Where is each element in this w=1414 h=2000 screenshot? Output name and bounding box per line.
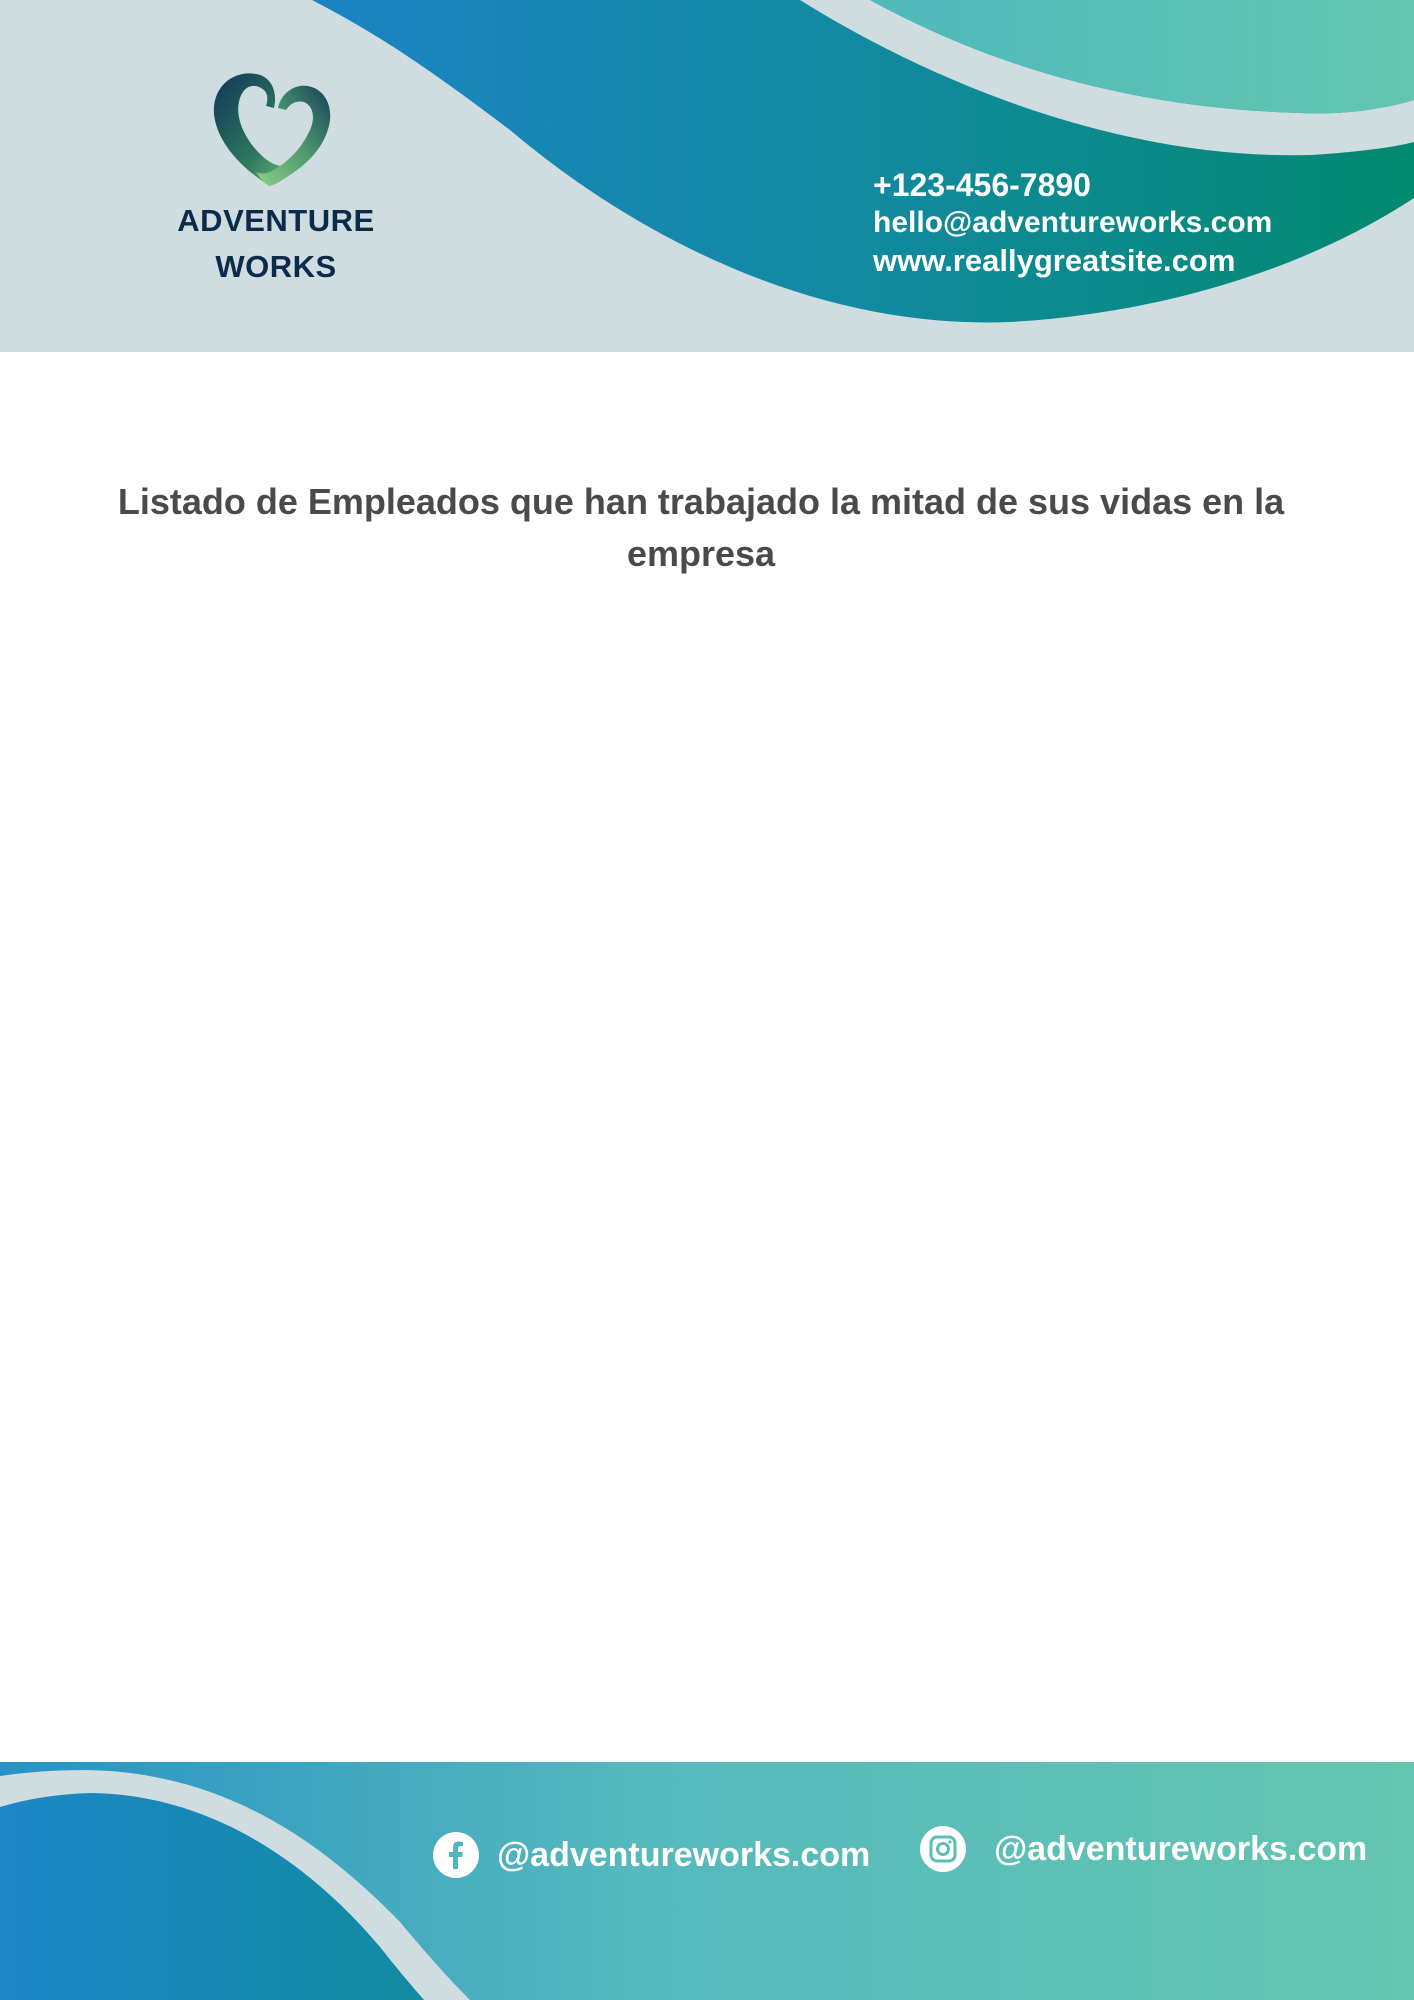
- instagram-handle: @adventureworks.com: [994, 1829, 1368, 1868]
- company-name-line-2: WORKS: [215, 249, 337, 284]
- contact-email: hello@adventureworks.com: [873, 206, 1273, 239]
- heart-logo-icon: [208, 68, 338, 192]
- letterhead-footer: [0, 1762, 1414, 2000]
- facebook-link[interactable]: @adventureworks.com: [433, 1832, 870, 1878]
- instagram-icon: [920, 1826, 966, 1872]
- facebook-icon: [433, 1832, 479, 1878]
- footer-wave-graphic: [0, 1762, 1414, 2000]
- contact-website: www.reallygreatsite.com: [873, 243, 1236, 278]
- instagram-link[interactable]: @adventureworks.com: [920, 1826, 1367, 1872]
- contact-block: +123-456-7890 hello@adventureworks.com w…: [873, 165, 1272, 281]
- document-title: Listado de Empleados que han trabajado l…: [117, 481, 1285, 574]
- company-name-line-1: ADVENTURE: [177, 203, 375, 238]
- company-name: ADVENTURE WORKS: [150, 198, 402, 290]
- letterhead-header: ADVENTURE WORKS +123-456-7890 hello@adve…: [0, 0, 1414, 352]
- contact-phone: +123-456-7890: [873, 167, 1091, 203]
- facebook-handle: @adventureworks.com: [497, 1835, 871, 1874]
